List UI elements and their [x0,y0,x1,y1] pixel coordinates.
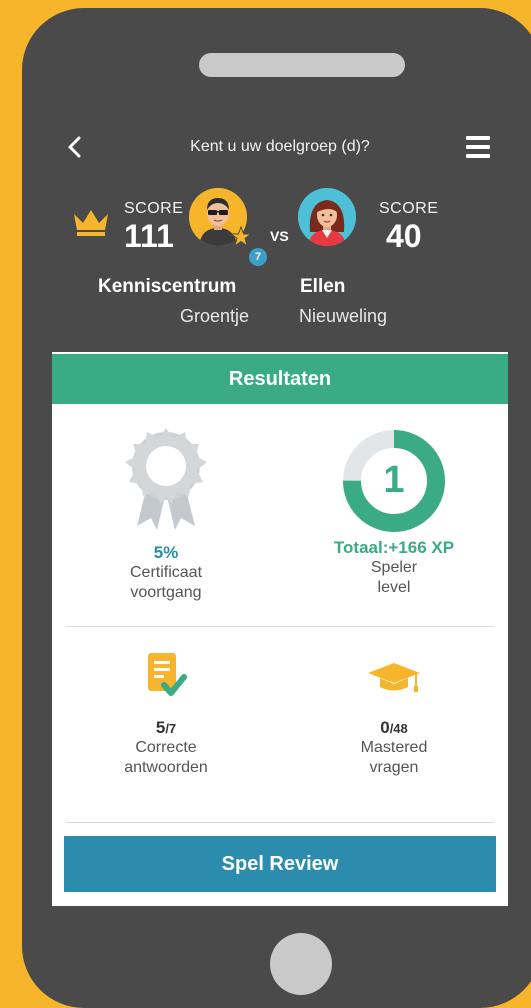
mastered-label-line2: vragen [369,759,419,776]
results-header: Resultaten [52,354,508,404]
avatar-woman-icon [298,188,356,246]
checked-document-icon [148,653,187,696]
correct-value-row: 5/7 [66,718,266,738]
game-header: Kent u uw doelgroep (d)? SCORE 111 7 VS … [52,96,508,352]
level-badge: 7 [247,246,269,268]
correct-total: /7 [165,721,177,736]
app-screen: Kent u uw doelgroep (d)? SCORE 111 7 VS … [52,96,508,906]
phone-speaker [199,53,405,77]
star-icon [230,226,252,248]
hamburger-menu-icon[interactable] [466,136,490,158]
certificate-label-line2: voortgang [130,584,202,601]
correct-label-line1: Correcte [135,739,197,756]
mastered-stat: 0/48 Mastered vragen [294,651,494,778]
mastered-value-row: 0/48 [294,718,494,738]
mastered-label-line1: Mastered [360,739,428,756]
crown-icon [74,210,108,236]
player2-name: Ellen [300,276,346,297]
correct-answers-stat: 5/7 Correcte antwoorden [66,651,266,778]
player2-rank: Nieuweling [299,306,388,326]
vs-label: VS [270,228,289,244]
level-ring: 1 [339,426,449,536]
mastered-value: 0 [380,718,390,737]
home-button[interactable] [270,933,332,995]
level-number: 1 [383,459,405,501]
player1-score: 111 [124,218,174,254]
player2-avatar[interactable] [298,188,356,246]
mastered-total: /48 [389,721,408,736]
player1-score-label: SCORE [124,200,184,217]
level-label-line2: level [377,579,411,596]
certificate-label-line1: Certificaat [129,564,203,581]
level-stat: 1 Totaal:+166 XP Speler level [294,426,494,598]
correct-label-line2: antwoorden [124,759,208,776]
award-ribbon-icon [125,428,207,530]
player1-rank: Groentje [180,306,250,326]
player1-name: Kenniscentrum [98,276,237,297]
certificate-stat: 5% Certificaat voortgang [66,426,266,603]
graduation-cap-icon [368,663,420,692]
game-review-button[interactable]: Spel Review [64,836,496,892]
quiz-title: Kent u uw doelgroep (d)? [190,138,370,155]
level-xp-value: Totaal:+166 XP [333,538,455,557]
stats-divider [66,626,494,627]
correct-value: 5 [155,718,166,737]
level-label-line1: Speler [370,559,418,576]
player2-score: 40 [386,218,422,254]
certificate-value: 5% [153,543,179,562]
player2-score-label: SCORE [379,200,439,217]
button-divider [66,822,494,823]
